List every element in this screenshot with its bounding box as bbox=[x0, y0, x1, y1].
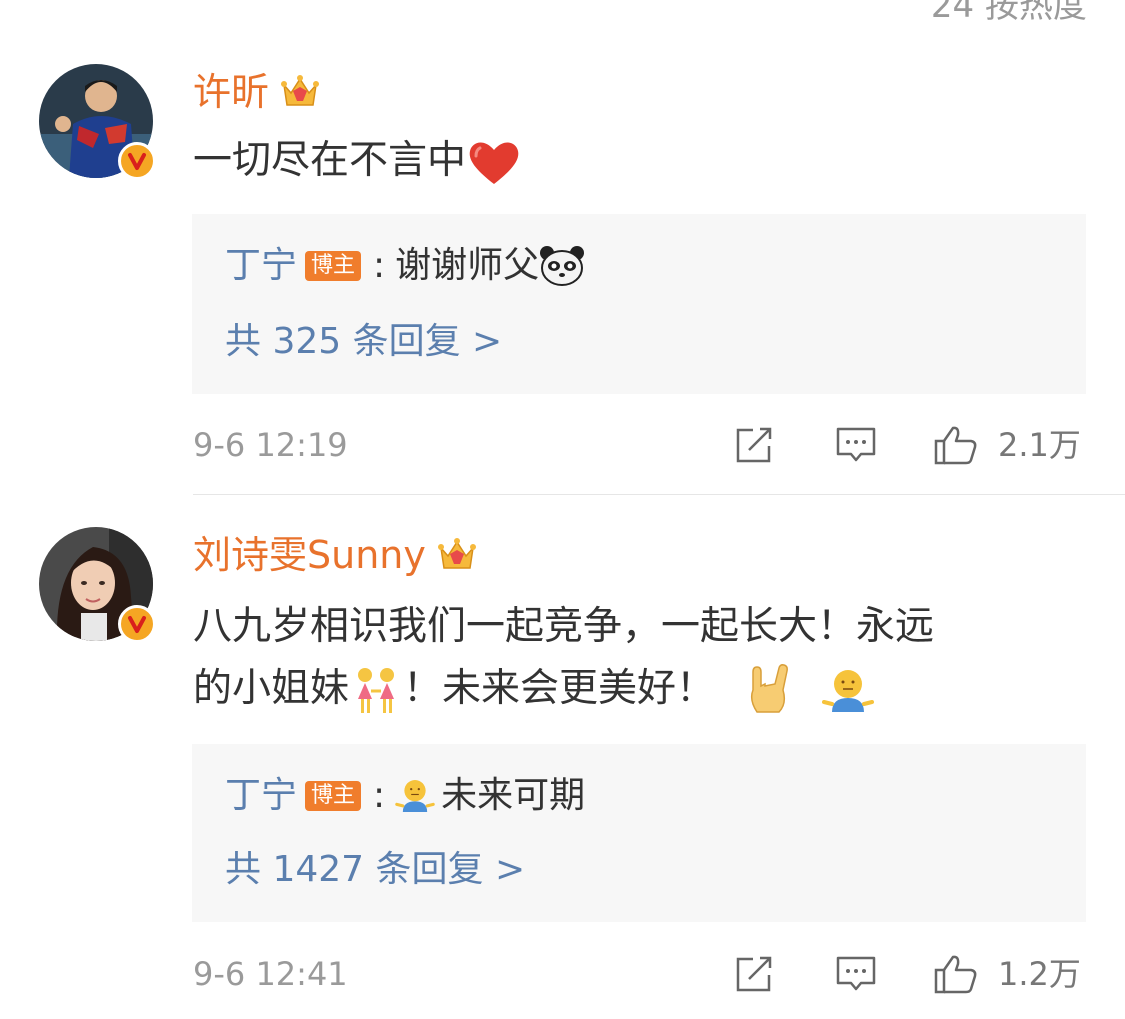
comment-icon[interactable] bbox=[835, 953, 877, 995]
host-badge: 博主 bbox=[305, 251, 362, 281]
reply-separator: : bbox=[373, 245, 386, 286]
like-icon[interactable] bbox=[933, 953, 979, 995]
meta-row: 9-6 12:41 1.2万 bbox=[193, 949, 1083, 999]
crown-icon bbox=[281, 75, 320, 106]
verified-icon bbox=[128, 153, 146, 170]
like-count: 1.2万 bbox=[998, 955, 1081, 993]
name-row: 许昕 bbox=[193, 70, 321, 114]
reply-text: 未来可期 bbox=[441, 775, 586, 816]
divider bbox=[193, 494, 1125, 495]
reply-box[interactable]: 丁宁 博主 : 未来可期 共 1427 条回复 > bbox=[192, 744, 1086, 922]
verified-badge bbox=[118, 142, 156, 180]
verified-icon bbox=[128, 616, 146, 633]
reply-separator: : bbox=[373, 775, 386, 816]
comment-time: 9-6 12:19 bbox=[193, 426, 348, 464]
comment-time: 9-6 12:41 bbox=[193, 955, 348, 993]
user-name[interactable]: 刘诗雯Sunny bbox=[193, 533, 426, 577]
verified-badge bbox=[118, 605, 156, 643]
avatar[interactable] bbox=[39, 527, 156, 643]
like-icon[interactable] bbox=[933, 424, 979, 466]
comment-text: 八九岁相识我们一起竞争，一起长大！永远 的小姐妹 ！未来会更美好！ bbox=[193, 596, 1073, 720]
reply-count-link[interactable]: 共 325 条回复 > bbox=[225, 320, 502, 364]
crown-icon bbox=[437, 538, 476, 569]
shrug-emoji bbox=[395, 780, 435, 812]
panda-emoji bbox=[540, 246, 585, 286]
comment-line-2: 的小姐妹 ！未来会更美好！ bbox=[193, 658, 1073, 720]
host-badge: 博主 bbox=[305, 781, 362, 811]
comment-line-2b: ！未来会更美好！ bbox=[403, 666, 716, 711]
sort-label-fragment: 24 按热度 bbox=[930, 0, 1087, 26]
comment-icon[interactable] bbox=[835, 424, 877, 466]
reply-box[interactable]: 丁宁 博主 : 谢谢师父 共 325 条回复 > bbox=[192, 214, 1086, 394]
reply-line: 丁宁 博主 : 未来可期 bbox=[225, 774, 585, 818]
name-row: 刘诗雯Sunny bbox=[193, 533, 478, 577]
share-icon[interactable] bbox=[733, 424, 775, 466]
like-count: 2.1万 bbox=[998, 426, 1081, 464]
rock-hand-emoji bbox=[751, 663, 789, 713]
reply-line: 丁宁 博主 : 谢谢师父 bbox=[225, 244, 585, 288]
comment-body: 一切尽在不言中 bbox=[193, 138, 467, 183]
avatar[interactable] bbox=[39, 64, 156, 180]
reply-text: 谢谢师父 bbox=[395, 245, 540, 286]
meta-row: 9-6 12:19 2.1万 bbox=[193, 420, 1083, 470]
comment-line-2a: 的小姐妹 bbox=[193, 666, 350, 711]
sisters-emoji bbox=[358, 667, 395, 713]
reply-count-link[interactable]: 共 1427 条回复 > bbox=[225, 848, 525, 892]
reply-author[interactable]: 丁宁 bbox=[225, 774, 297, 818]
heart-emoji bbox=[469, 142, 519, 184]
share-icon[interactable] bbox=[733, 953, 775, 995]
comment-line-1: 八九岁相识我们一起竞争，一起长大！永远 bbox=[193, 604, 935, 649]
reply-author[interactable]: 丁宁 bbox=[225, 244, 297, 288]
comment-text: 一切尽在不言中 bbox=[193, 130, 1073, 192]
user-name[interactable]: 许昕 bbox=[193, 70, 269, 114]
shrug-emoji bbox=[821, 669, 874, 712]
